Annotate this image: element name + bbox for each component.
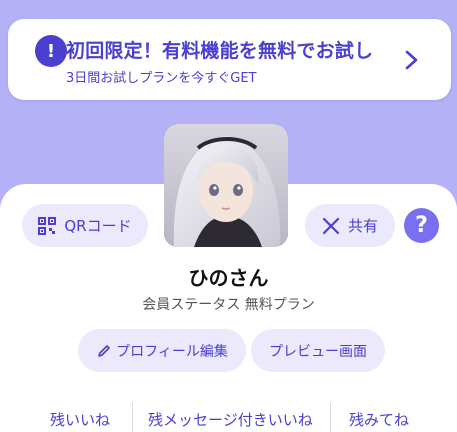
preview-button[interactable]: プレビュー画面 bbox=[251, 329, 385, 372]
promo-title: 初回限定！有料機能を無料でお試し bbox=[66, 40, 374, 62]
tab-remaining-likes[interactable]: 残いいね bbox=[50, 409, 110, 430]
qr-code-icon bbox=[38, 216, 57, 235]
tab-remaining-message-likes[interactable]: 残メッセージ付きいいね bbox=[148, 409, 313, 430]
membership-status: 会員ステータス 無料プラン bbox=[0, 294, 457, 314]
status-value: 無料プラン bbox=[244, 297, 315, 313]
chevron-right-icon bbox=[405, 50, 418, 70]
pencil-icon bbox=[98, 344, 110, 357]
edit-profile-button[interactable]: プロフィール編集 bbox=[78, 329, 246, 372]
help-button[interactable]: ? bbox=[404, 208, 439, 243]
preview-label: プレビュー画面 bbox=[269, 343, 367, 360]
x-logo-icon bbox=[322, 217, 340, 234]
avatar-illustration bbox=[164, 124, 288, 247]
edit-profile-label: プロフィール編集 bbox=[116, 343, 228, 360]
qr-code-button[interactable]: QRコード bbox=[22, 204, 148, 247]
question-mark-icon: ? bbox=[415, 213, 428, 238]
tab-divider bbox=[330, 402, 331, 432]
share-button[interactable]: 共有 bbox=[305, 204, 395, 247]
status-label: 会員ステータス bbox=[142, 297, 241, 313]
likes-tabs: 残いいね 残メッセージ付きいいね 残みてね bbox=[0, 400, 457, 432]
profile-name: ひのさん bbox=[188, 266, 269, 290]
exclamation-icon: ! bbox=[35, 35, 67, 67]
share-label: 共有 bbox=[347, 217, 378, 235]
promo-subtitle: 3日間お試しプランを今すぐGET bbox=[66, 71, 257, 86]
tab-remaining-views[interactable]: 残みてね bbox=[349, 409, 409, 430]
avatar[interactable] bbox=[164, 124, 288, 247]
trial-promo-banner[interactable]: ! 初回限定！有料機能を無料でお試し 3日間お試しプランを今すぐGET bbox=[8, 19, 451, 100]
tab-divider bbox=[132, 402, 133, 432]
qr-code-label: QRコード bbox=[64, 217, 132, 235]
